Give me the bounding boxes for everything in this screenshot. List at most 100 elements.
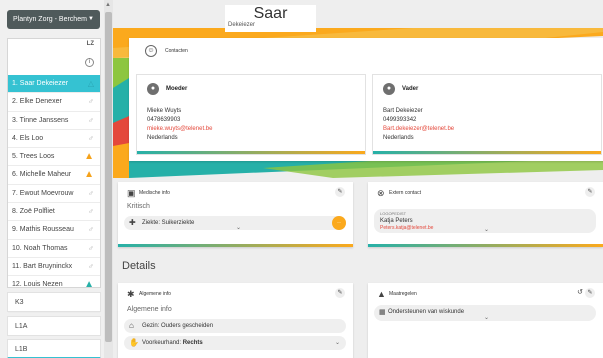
contact-card-moeder[interactable]: ● Moeder Mieke Wuyts 0478639903 mieke.wu… (136, 74, 366, 155)
chevron-down-icon: ▼ (88, 16, 94, 22)
contacts-card: ☺ Contacten ● Moeder Mieke Wuyts 0478639… (129, 38, 603, 161)
student-name-label: 11. Bart Bruyninckx (12, 262, 73, 270)
student-list-item[interactable]: 4. Els Loo ♂ (8, 130, 100, 149)
external-contact-email[interactable]: Peters.katja@telenet.be (380, 225, 433, 231)
medical-condition-pill[interactable]: ✚ Ziekte: Suikerziekte ⌄ ·· (124, 216, 346, 231)
student-list-item[interactable]: 11. Bart Bruyninckx ♂ (8, 258, 100, 277)
card-accent (118, 244, 353, 247)
student-list-item[interactable]: 6. Michelle Maheur ▲ (8, 166, 100, 185)
measure-pill[interactable]: ▦ Ondersteunen van wiskunde ⌄ (374, 305, 596, 321)
student-name-header: Saar Dekeiezer (225, 5, 316, 32)
family-label: Gezin: Ouders gescheiden (142, 323, 214, 329)
student-list-item[interactable]: 5. Trees Loos ▲ (8, 148, 100, 167)
chevron-down-icon[interactable]: ⌄ (335, 339, 340, 346)
student-name-label: 9. Mathis Rousseau (12, 226, 74, 234)
student-list-item[interactable]: 2. Elke Denexer ♂ (8, 93, 100, 112)
info-icon[interactable]: i (85, 58, 94, 67)
general-info-subtitle: Algemene info (127, 306, 172, 313)
asterisk-icon: ✱ (127, 289, 135, 299)
home-icon: ⌂ (129, 321, 134, 330)
medical-info-title: Medische info (139, 190, 170, 196)
student-surname: Dekeiezer (228, 22, 256, 28)
contact-area: ☺ Contacten ● Moeder Mieke Wuyts 0478639… (113, 28, 603, 178)
school-select[interactable]: Plantyn Zorg - Berchem ▼ (7, 10, 100, 29)
external-contact-type: LOGOPEDIST (380, 211, 407, 216)
student-list-item[interactable]: 7. Ewout Moevrouw ♂ (8, 185, 100, 204)
contact-email[interactable]: Bart.dekeiezer@telenet.be (383, 126, 454, 132)
class-item-l1a[interactable]: L1A (7, 316, 101, 336)
contact-card-vader[interactable]: ● Vader Bart Dekeiezer 0499393342 Bart.d… (372, 74, 602, 155)
external-contact-pill[interactable]: LOGOPEDIST Katja Peters Peters.katja@tel… (374, 209, 596, 233)
contact-card-accent (137, 151, 365, 154)
medical-kit-icon: ▣ (127, 188, 136, 198)
sort-icon[interactable]: LZ (87, 41, 94, 47)
chevron-down-icon[interactable]: ⌄ (484, 226, 489, 233)
hand-preference-pill[interactable]: ✋ Voorkeurhand: Rechts ⌄ (124, 336, 346, 350)
person-icon: ● (383, 83, 395, 95)
measure-label: Ondersteunen van wiskunde (388, 309, 465, 315)
class-item-l1b[interactable]: L1B (7, 339, 101, 358)
student-list-item[interactable]: 10. Noah Thomas ♂ (8, 240, 100, 258)
student-list-item[interactable]: 8. Zoë Polfliet ♂ (8, 203, 100, 222)
contact-role: Vader (402, 86, 419, 92)
student-name-label: 12. Louis Nezen (12, 281, 63, 289)
edit-icon[interactable]: ✎ (335, 288, 345, 298)
student-name-label: 4. Els Loo (12, 134, 44, 142)
sidebar-scrollbar[interactable]: ▲ (104, 0, 113, 358)
person-icon: ♂ (88, 243, 94, 253)
measures-card: ▲ Maatregelen ↺ ✎ ▦ Ondersteunen van wis… (368, 283, 603, 358)
contact-phone: 0499393342 (383, 117, 417, 123)
student-list-item[interactable]: 1. Saar Dekeiezer △ (8, 75, 100, 94)
external-contact-title: Extern contact (389, 190, 421, 196)
external-contact-icon: ⊗ (377, 188, 385, 198)
student-name-label: 7. Ewout Moevrouw (12, 189, 74, 197)
scroll-thumb[interactable] (105, 12, 112, 342)
student-list-item[interactable]: 9. Mathis Rousseau ♂ (8, 221, 100, 240)
person-icon: ♂ (88, 188, 94, 198)
general-info-title: Algemene info (139, 291, 171, 297)
measures-icon: ▲ (377, 289, 386, 299)
chevron-down-icon[interactable]: ⌄ (484, 314, 489, 321)
person-icon: ♂ (88, 115, 94, 125)
chevron-down-icon[interactable]: ⌄ (236, 224, 241, 231)
person-icon: ♂ (88, 225, 94, 235)
grid-icon: ▦ (379, 309, 386, 316)
contacts-label: Contacten (165, 48, 188, 54)
measures-title: Maatregelen (389, 291, 417, 297)
critical-label: Kritisch (127, 203, 150, 210)
sidebar: Plantyn Zorg - Berchem ▼ LZ i 1. Saar De… (0, 0, 113, 358)
student-name-label: 8. Zoë Polfliet (12, 208, 55, 216)
family-pill[interactable]: ⌂ Gezin: Ouders gescheiden (124, 319, 346, 333)
student-name-label: 6. Michelle Maheur (12, 171, 72, 179)
edit-icon[interactable]: ✎ (585, 288, 595, 298)
class-item-k3[interactable]: K3 (7, 292, 101, 312)
person-icon: ● (147, 83, 159, 95)
edit-icon[interactable]: ✎ (585, 187, 595, 197)
main-content: ☺ Contacten ● Moeder Mieke Wuyts 0478639… (113, 0, 603, 358)
scroll-up-icon[interactable]: ▲ (105, 2, 111, 8)
student-list: 1. Saar Dekeiezer △ 2. Elke Denexer ♂ 3. Tin… (8, 75, 100, 313)
contact-card-accent (373, 151, 601, 154)
more-badge[interactable]: ·· (332, 216, 346, 230)
student-name-label: 5. Trees Loos (12, 153, 55, 161)
contact-country: Nederlands (147, 135, 178, 141)
medical-condition-label: Ziekte: Suikerziekte (142, 220, 195, 226)
person-icon: ♂ (88, 97, 94, 107)
external-contact-card: ⊗ Extern contact ✎ LOGOPEDIST Katja Pete… (368, 182, 603, 247)
student-name-label: 1. Saar Dekeiezer (12, 80, 69, 87)
student-name-label: 2. Elke Denexer (12, 98, 62, 106)
edit-icon[interactable]: ✎ (335, 187, 345, 197)
hand-icon: ✋ (129, 338, 139, 347)
person-icon: ♂ (88, 133, 94, 143)
person-icon: ♂ (88, 207, 94, 217)
contact-email[interactable]: mieke.wuyts@telenet.be (147, 126, 212, 132)
contact-country: Nederlands (383, 135, 414, 141)
contact-role: Moeder (166, 86, 188, 92)
student-panel: LZ i 1. Saar Dekeiezer △ 2. Elke Denexer ♂ 3… (7, 38, 101, 313)
history-icon[interactable]: ↺ (577, 288, 583, 296)
student-list-item[interactable]: 3. Tinne Janssens ♂ (8, 112, 100, 130)
general-info-card: ✱ Algemene info ✎ Algemene info ⌂ Gezin:… (118, 283, 353, 358)
external-contact-name: Katja Peters (380, 218, 413, 224)
contacts-icon: ☺ (145, 45, 157, 57)
details-heading: Details (122, 260, 156, 272)
